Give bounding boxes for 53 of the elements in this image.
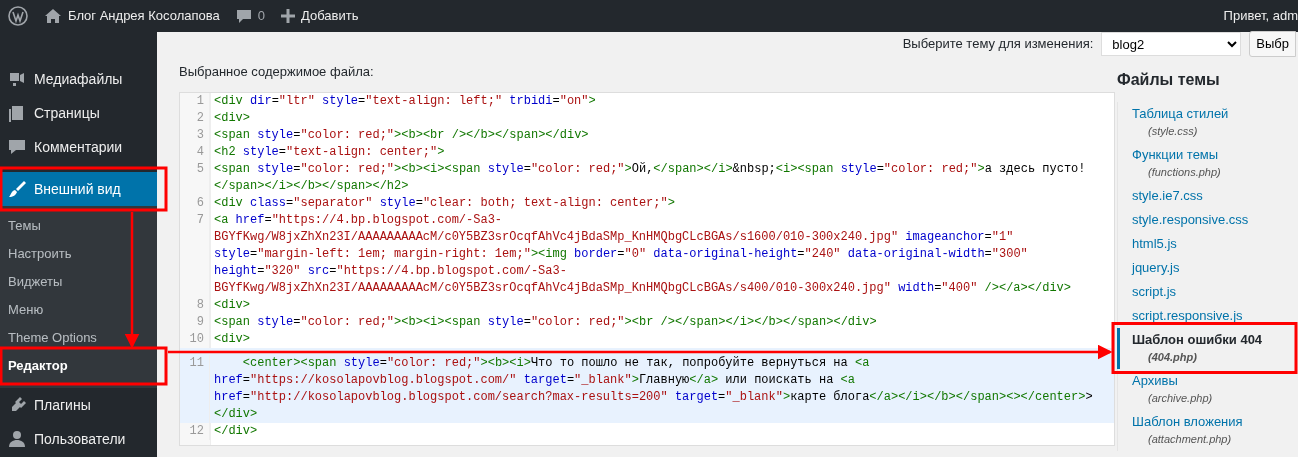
submenu-item[interactable]: Theme Options bbox=[0, 324, 157, 352]
new-content-link[interactable]: Добавить bbox=[272, 0, 367, 32]
theme-select[interactable]: blog2 bbox=[1101, 32, 1242, 56]
theme-file-link[interactable]: style.ie7.css bbox=[1117, 183, 1297, 208]
code-line: <span style="color: red;"><b><i><span style="color: red;">Ой,</span></i>&nbsp;<i><span style="color: red;">а здесь пусто! </span></i></b></span></h2> bbox=[213, 160, 1087, 195]
sidebar-item[interactable]: Внешний вид bbox=[0, 172, 157, 206]
code-line: <div class="separator" style="clear: both; text-align: center;"> bbox=[213, 194, 676, 212]
plus-icon bbox=[280, 9, 295, 23]
code-line: <div> bbox=[213, 296, 251, 314]
comment-bubble-icon bbox=[8, 138, 26, 156]
theme-file-link[interactable]: Таблица стилей (style.css) bbox=[1117, 101, 1297, 143]
theme-files-heading: Файлы темы bbox=[1117, 69, 1221, 90]
comment-bubble-icon bbox=[235, 8, 252, 24]
code-line: <span style="color: red;"><b><i><span style="color: red;"><br /></span></i></b></span></div> bbox=[213, 313, 878, 331]
theme-file-link[interactable]: jquery.js bbox=[1117, 255, 1297, 280]
theme-select-label: Выберите тему для изменения: bbox=[902, 35, 1094, 54]
person-icon bbox=[8, 430, 26, 448]
code-line: <a href="https://4.bp.blogspot.com/-Sa3-BGYfKwg/W8jxZhXn23I/AAAAAAAAAcM/c0Y5BZ3srOcqfAhVc4jBdaSMp_KnHMQbgCLcBGAs/s1600/010-300x240.jpg" imageanchor="1" style="margin-left: 1em; margin-right: 1em;"><img border="0" data-original-height="240" data-original-width="300" height="320" src="https://4.bp.blogspot.com/-Sa3-BGYfKwg/W8jxZhXn23I/AAAAAAAAAcM/c0Y5BZ3srOcqfAhVc4jBdaSMp_KnHMQbgCLcBGAs/s400/010-300x240.jpg" width="400" /></a></div> bbox=[213, 211, 1072, 297]
editor-label: Выбранное содержимое файла: bbox=[179, 63, 374, 81]
sidebar-item[interactable]: Медиафайлы bbox=[0, 62, 157, 96]
comments-link[interactable]: 0 bbox=[227, 0, 273, 32]
pages-icon bbox=[8, 104, 26, 122]
home-icon bbox=[44, 8, 62, 24]
code-line: <div> bbox=[213, 109, 251, 127]
theme-file-link[interactable]: script.responsive.js bbox=[1117, 303, 1297, 328]
site-link[interactable]: Блог Андрея Косолапова bbox=[36, 0, 228, 32]
submenu-item[interactable]: Виджеты bbox=[0, 268, 157, 296]
sidebar-item[interactable]: Пользователи bbox=[0, 422, 157, 456]
code-line: </div> bbox=[213, 422, 259, 440]
paintbrush-icon bbox=[8, 180, 26, 198]
submenu-item[interactable]: Меню bbox=[0, 296, 157, 324]
theme-file-link[interactable]: Шаблон вложения (attachment.php) bbox=[1117, 409, 1297, 451]
user-greeting[interactable]: Привет, adm bbox=[1215, 0, 1298, 32]
camera-music-icon bbox=[8, 70, 26, 88]
code-line: <div> bbox=[213, 330, 251, 348]
select-button[interactable]: Выбр bbox=[1249, 31, 1296, 57]
code-line: <div dir="ltr" style="text-align: left;" trbidi="on"> bbox=[213, 92, 597, 110]
theme-file-link[interactable]: style.responsive.css bbox=[1117, 207, 1297, 232]
submenu-item[interactable]: Темы bbox=[0, 212, 157, 240]
sidebar-item[interactable]: Страницы bbox=[0, 96, 157, 130]
theme-file-link[interactable]: html5.js bbox=[1117, 231, 1297, 256]
sidebar-item[interactable]: Комментарии bbox=[0, 130, 157, 164]
code-line: <span style="color: red;"><b><br /></b></span></div> bbox=[213, 126, 590, 144]
code-editor[interactable] bbox=[179, 91, 1115, 446]
theme-file-link[interactable]: Архивы (archive.php) bbox=[1117, 368, 1297, 410]
code-line: <center><span style="color: red;"><b><i>Что то пошло не так, попробуйте вернуться на <a href="https://kosolapovblog.blogspot.com/" target="_blank">Главную</a> или поискать на <a href="http://kosolapovblog.blogspot.com/search?max-results=200" target="_blank">карте блога</a></i></b></span><></center>> </div> bbox=[213, 354, 1094, 423]
theme-file-link[interactable]: script.js bbox=[1117, 279, 1297, 304]
sidebar-item[interactable]: Плагины bbox=[0, 388, 157, 422]
theme-file-link[interactable]: Шаблон ошибки 404 (404.php) bbox=[1117, 327, 1297, 369]
submenu-item[interactable]: Настроить bbox=[0, 240, 157, 268]
submenu-item[interactable]: Редактор bbox=[0, 352, 157, 380]
theme-file-link[interactable]: Функции темы (functions.php) bbox=[1117, 142, 1297, 184]
code-line: <h2 style="text-align: center;"> bbox=[213, 143, 446, 161]
